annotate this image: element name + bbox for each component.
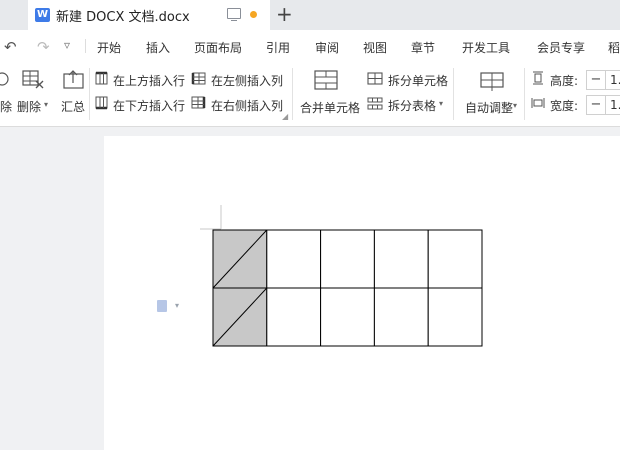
delete-cell-icon: [0, 72, 9, 86]
merge-cells-label: 合并单元格: [300, 101, 361, 115]
insert-row-above-icon: [95, 71, 108, 85]
insert-row-below-icon: [95, 96, 108, 110]
split-table-icon: [367, 97, 383, 110]
row-height-value[interactable]: 1.: [610, 73, 620, 87]
margin-corner-mark: [200, 205, 222, 230]
chevron-down-icon: ▾: [44, 100, 49, 109]
menu-member-exclusive[interactable]: 会员专享: [537, 39, 585, 56]
insert-row-above-label: 在上方插入行: [113, 74, 186, 88]
divider: [292, 68, 293, 120]
row-height-icon: [533, 71, 543, 85]
table-cell[interactable]: [266, 229, 322, 289]
height-label: 高度:: [550, 74, 579, 88]
dialog-launcher-icon[interactable]: ◢: [282, 112, 288, 121]
table-cell[interactable]: [266, 287, 322, 347]
merge-cells-icon: [314, 70, 338, 90]
column-width-icon: [531, 98, 545, 108]
auto-fit-icon: [480, 72, 504, 91]
split-table-label: 拆分表格: [388, 99, 437, 113]
table-cell[interactable]: [320, 229, 375, 289]
table-cell[interactable]: [427, 287, 483, 347]
divider: [85, 39, 86, 53]
summary-label: 汇总: [61, 100, 86, 114]
unsaved-dot-icon: [250, 11, 257, 18]
document-tab[interactable]: W 新建 DOCX 文档.docx: [28, 0, 270, 30]
menu-home[interactable]: 开始: [97, 39, 121, 56]
chevron-down-icon: ▾: [513, 101, 518, 110]
insert-column-left-label: 在左侧插入列: [211, 74, 284, 88]
paste-options-icon[interactable]: [157, 300, 167, 312]
insert-column-right-icon: [191, 96, 206, 109]
menu-review[interactable]: 审阅: [315, 39, 339, 56]
menu-insert[interactable]: 插入: [146, 39, 170, 56]
table-cell[interactable]: [427, 229, 483, 289]
document-title: 新建 DOCX 文档.docx: [56, 10, 190, 25]
insert-column-right-label: 在右侧插入列: [211, 99, 284, 113]
wps-writer-icon: W: [35, 8, 50, 22]
document-table[interactable]: [212, 229, 484, 349]
width-label: 宽度:: [550, 99, 579, 113]
chevron-down-icon[interactable]: ▾: [175, 301, 179, 310]
tab-bar: W 新建 DOCX 文档.docx +: [0, 0, 620, 30]
table-cell[interactable]: [373, 287, 429, 347]
menu-view[interactable]: 视图: [363, 39, 387, 56]
menu-page-layout[interactable]: 页面布局: [194, 39, 242, 56]
divider: [453, 68, 454, 120]
delete-cell-label: 除: [0, 100, 13, 114]
chevron-down-icon: ▾: [439, 99, 444, 108]
summary-icon: [63, 70, 84, 89]
insert-row-below-label: 在下方插入行: [113, 99, 186, 113]
column-width-value[interactable]: 1.: [610, 98, 620, 112]
divider: [89, 68, 90, 120]
quick-access-more-icon[interactable]: ▿: [64, 38, 70, 52]
table-cell[interactable]: [320, 287, 375, 347]
decrease-height-button[interactable]: −: [587, 71, 606, 89]
decrease-width-button[interactable]: −: [587, 96, 606, 114]
new-tab-button[interactable]: +: [276, 3, 293, 25]
insert-column-left-icon: [191, 72, 206, 85]
delete-table-icon: [22, 70, 44, 89]
menu-sections[interactable]: 章节: [411, 39, 435, 56]
row-height-stepper[interactable]: − 1.: [586, 70, 620, 90]
divider: [524, 68, 525, 120]
menu-developer-tools[interactable]: 开发工具: [462, 39, 510, 56]
split-cells-label: 拆分单元格: [388, 74, 449, 88]
split-cells-icon: [367, 72, 383, 85]
redo-icon[interactable]: ↷: [37, 38, 50, 56]
undo-icon[interactable]: ↶: [4, 38, 17, 56]
menu-references[interactable]: 引用: [266, 39, 290, 56]
monitor-icon[interactable]: [227, 8, 241, 21]
table-cell[interactable]: [373, 229, 429, 289]
delete-label: 删除: [17, 100, 42, 114]
column-width-stepper[interactable]: − 1.: [586, 95, 620, 115]
table-tools-ribbon: 除 删除 ▾ 汇总 在上方插入行 在下方插入行 在左侧插入列 在右侧插入列 ◢ …: [0, 62, 620, 127]
auto-fit-label: 自动调整: [465, 101, 514, 115]
menu-more[interactable]: 稻: [608, 39, 620, 56]
menu-bar: ↶ ↷ ▿ 开始 插入 页面布局 引用 审阅 视图 章节 开发工具 会员专享 稻: [0, 30, 620, 62]
